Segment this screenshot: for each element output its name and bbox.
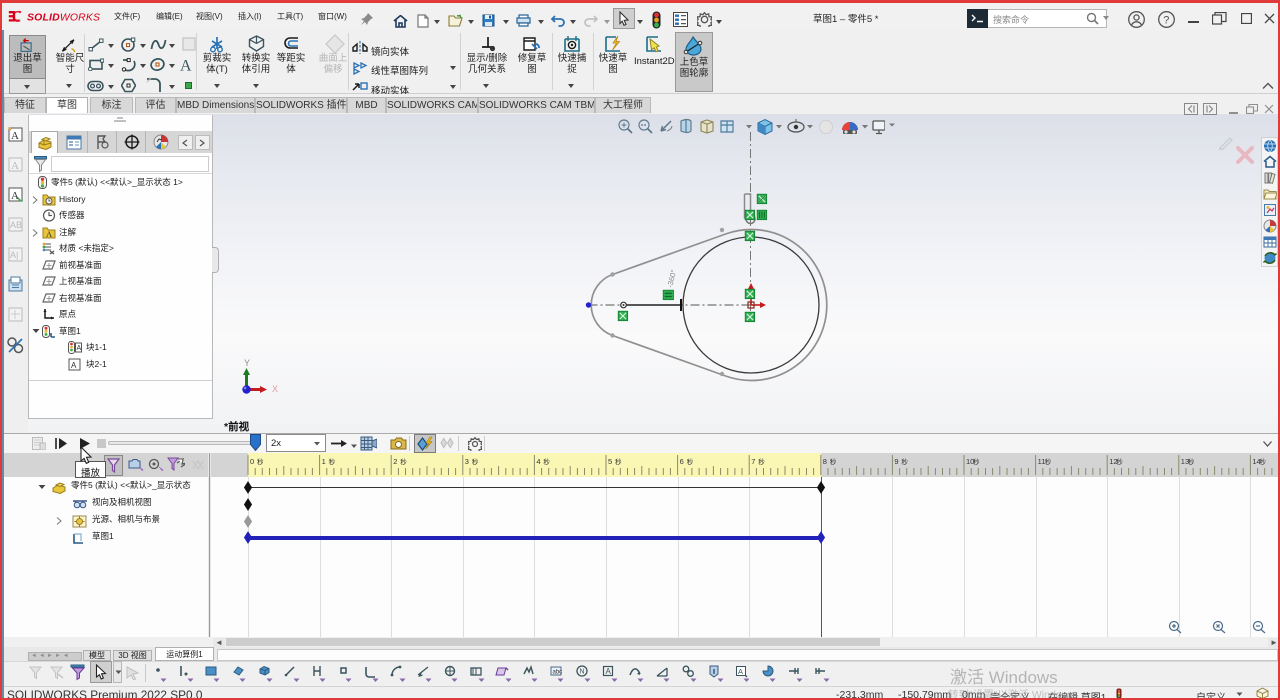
- svg-text:秒: 秒: [830, 457, 837, 466]
- svg-text:A: A: [11, 160, 19, 172]
- svg-text:秒: 秒: [687, 457, 694, 466]
- svg-text:秒: 秒: [901, 457, 908, 466]
- svg-text:3: 3: [465, 457, 469, 466]
- svg-text:秒: 秒: [400, 457, 407, 466]
- svg-text:秒: 秒: [1045, 457, 1052, 466]
- svg-text:abc: abc: [553, 670, 563, 676]
- svg-text:4: 4: [536, 457, 540, 466]
- svg-text:9: 9: [894, 457, 898, 466]
- svg-text:-360°: -360°: [665, 269, 678, 289]
- svg-text:秒: 秒: [1188, 457, 1195, 466]
- svg-text:AB: AB: [10, 220, 22, 230]
- svg-text:A: A: [738, 667, 743, 676]
- svg-text:秒: 秒: [1259, 457, 1266, 466]
- svg-text:秒: 秒: [543, 457, 550, 466]
- svg-text:5: 5: [608, 457, 612, 466]
- svg-text:A: A: [71, 361, 77, 370]
- svg-text:A: A: [606, 667, 612, 676]
- svg-text:0: 0: [250, 457, 254, 466]
- svg-text:秒: 秒: [973, 457, 980, 466]
- svg-text:A: A: [11, 190, 19, 202]
- svg-text:X: X: [272, 384, 278, 394]
- svg-text:Y: Y: [244, 358, 250, 368]
- svg-text:?: ?: [1163, 15, 1169, 27]
- svg-text:秒: 秒: [1116, 457, 1123, 466]
- svg-text:A|: A|: [10, 250, 18, 260]
- svg-text:6: 6: [680, 457, 684, 466]
- svg-text:秒: 秒: [257, 457, 264, 466]
- svg-text:2: 2: [393, 457, 397, 466]
- svg-text:秒: 秒: [758, 457, 765, 466]
- svg-text:A: A: [77, 345, 82, 352]
- svg-text:7: 7: [751, 457, 755, 466]
- svg-text:秒: 秒: [615, 457, 622, 466]
- svg-text:N: N: [580, 669, 585, 676]
- svg-text:A: A: [180, 58, 192, 74]
- svg-text:秒: 秒: [329, 457, 336, 466]
- svg-text:SOLIDWORKS: SOLIDWORKS: [27, 13, 100, 24]
- svg-text:8: 8: [823, 457, 827, 466]
- svg-text:秒: 秒: [472, 457, 479, 466]
- svg-text:1: 1: [322, 457, 326, 466]
- svg-text:A: A: [46, 229, 53, 239]
- svg-text:A: A: [11, 130, 19, 142]
